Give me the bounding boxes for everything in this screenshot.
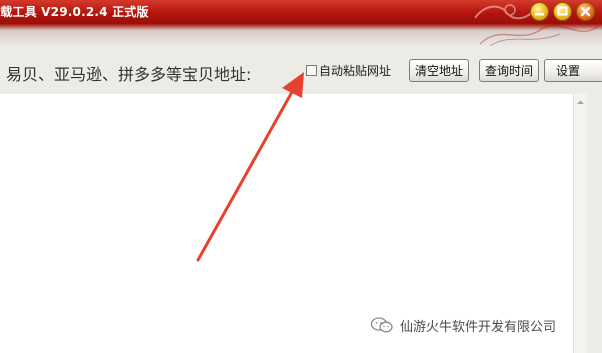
close-button[interactable] (576, 2, 595, 21)
decorative-pattern-icon (479, 24, 599, 46)
query-time-button[interactable]: 查询时间 (479, 59, 539, 82)
minimize-button[interactable] (530, 2, 549, 21)
right-panel-edge (587, 94, 602, 353)
vertical-scrollbar[interactable] (573, 94, 587, 353)
close-icon (580, 6, 591, 17)
wechat-icon (370, 317, 393, 333)
auto-paste-checkbox[interactable] (306, 65, 317, 76)
maximize-icon (557, 6, 568, 16)
maximize-button[interactable] (553, 2, 572, 21)
auto-paste-option[interactable]: 自动粘贴网址 (306, 63, 391, 78)
clear-address-button[interactable]: 清空地址 (409, 59, 469, 82)
auto-paste-label: 自动粘贴网址 (319, 64, 392, 78)
toolbar: 易贝、亚马逊、拼多多等宝贝地址: 自动粘贴网址 清空地址 查询时间 设置 (0, 46, 602, 94)
watermark-text: 仙游火牛软件开发有限公司 (400, 319, 557, 335)
minimize-icon (535, 13, 544, 16)
scroll-up-arrow-icon[interactable] (574, 96, 587, 109)
window-title: 下载工具 V29.0.2.4 正式版 (0, 5, 149, 19)
settings-button[interactable]: 设置 (544, 59, 602, 82)
title-bar[interactable]: 下载工具 V29.0.2.4 正式版 (0, 0, 602, 24)
address-prompt-label: 易贝、亚马逊、拼多多等宝贝地址: (6, 65, 252, 84)
watermark: 仙游火牛软件开发有限公司 (370, 315, 556, 335)
